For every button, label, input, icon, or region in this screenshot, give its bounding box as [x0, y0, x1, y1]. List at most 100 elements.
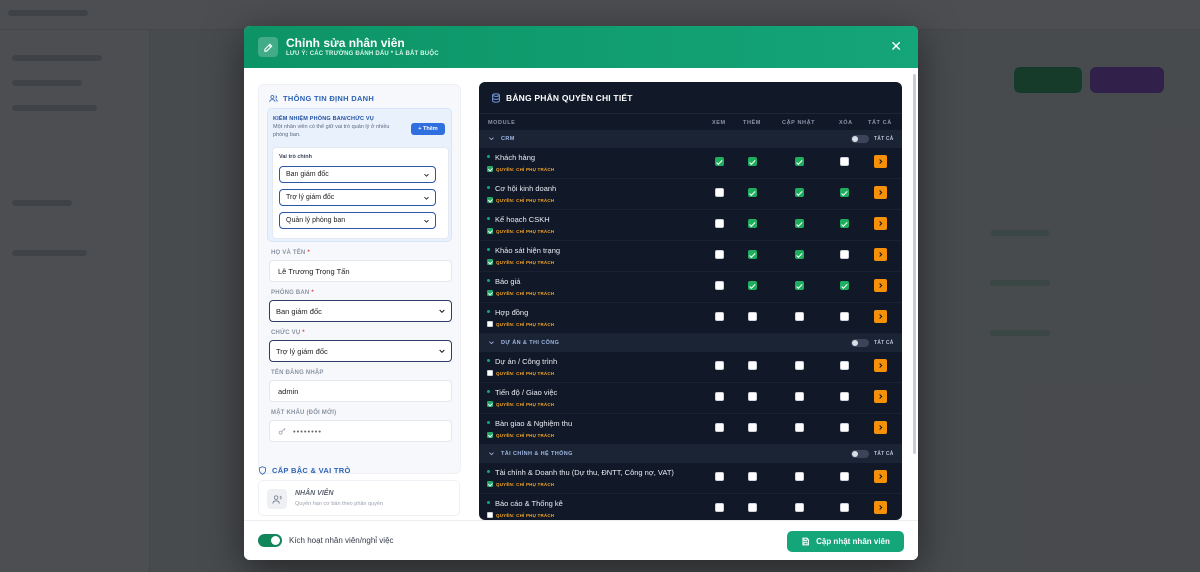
owner-only-checkbox[interactable]: [487, 401, 493, 407]
owner-only-option[interactable]: QUYỀN: CHỈ PHỤ TRÁCH: [487, 512, 554, 518]
delete-checkbox[interactable]: [840, 392, 849, 401]
owner-only-checkbox[interactable]: [487, 166, 493, 172]
owner-only-checkbox[interactable]: [487, 259, 493, 265]
view-checkbox[interactable]: [715, 392, 724, 401]
add-checkbox[interactable]: [748, 392, 757, 401]
select-all-row-button[interactable]: [874, 155, 887, 168]
select-all-row-button[interactable]: [874, 310, 887, 323]
role-card[interactable]: NHÂN VIÊN Quyền hạn cơ bản theo phân quy…: [258, 480, 460, 516]
group-select-all-toggle[interactable]: [851, 450, 869, 458]
chevron-down-icon[interactable]: [488, 339, 495, 346]
add-checkbox[interactable]: [748, 423, 757, 432]
owner-only-checkbox[interactable]: [487, 370, 493, 376]
modal-scrollbar[interactable]: [913, 74, 916, 454]
owner-only-option[interactable]: QUYỀN: CHỈ PHỤ TRÁCH: [487, 481, 554, 487]
add-checkbox[interactable]: [748, 188, 757, 197]
role-select-1[interactable]: Ban giám đốc: [279, 166, 436, 183]
select-all-row-button[interactable]: [874, 421, 887, 434]
select-all-row-button[interactable]: [874, 470, 887, 483]
active-toggle[interactable]: [258, 534, 282, 547]
permission-group[interactable]: DỰ ÁN & THI CÔNG TẤT CẢ: [479, 334, 902, 352]
group-select-all-toggle[interactable]: [851, 135, 869, 143]
update-employee-button[interactable]: Cập nhật nhân viên: [787, 531, 904, 552]
owner-only-option[interactable]: QUYỀN: CHỈ PHỤ TRÁCH: [487, 370, 554, 376]
owner-only-option[interactable]: QUYỀN: CHỈ PHỤ TRÁCH: [487, 432, 554, 438]
view-checkbox[interactable]: [715, 423, 724, 432]
add-checkbox[interactable]: [748, 472, 757, 481]
update-checkbox[interactable]: [795, 157, 804, 166]
delete-checkbox[interactable]: [840, 361, 849, 370]
owner-only-checkbox[interactable]: [487, 512, 493, 518]
role-select-3[interactable]: Quản lý phòng ban: [279, 212, 436, 229]
update-checkbox[interactable]: [795, 250, 804, 259]
delete-checkbox[interactable]: [840, 250, 849, 259]
permission-group[interactable]: TÀI CHÍNH & HỆ THỐNG TẤT CẢ: [479, 445, 902, 463]
add-checkbox[interactable]: [748, 219, 757, 228]
position-select[interactable]: Trợ lý giám đốc: [269, 340, 452, 362]
add-checkbox[interactable]: [748, 312, 757, 321]
owner-only-checkbox[interactable]: [487, 290, 493, 296]
update-checkbox[interactable]: [795, 423, 804, 432]
add-checkbox[interactable]: [748, 503, 757, 512]
view-checkbox[interactable]: [715, 472, 724, 481]
owner-only-option[interactable]: QUYỀN: CHỈ PHỤ TRÁCH: [487, 166, 554, 172]
update-checkbox[interactable]: [795, 361, 804, 370]
select-all-row-button[interactable]: [874, 279, 887, 292]
department-select[interactable]: Ban giám đốc: [269, 300, 452, 322]
select-all-row-button[interactable]: [874, 501, 887, 514]
view-checkbox[interactable]: [715, 157, 724, 166]
owner-only-checkbox[interactable]: [487, 321, 493, 327]
view-checkbox[interactable]: [715, 503, 724, 512]
delete-checkbox[interactable]: [840, 503, 849, 512]
view-checkbox[interactable]: [715, 188, 724, 197]
add-role-button[interactable]: + Thêm: [411, 123, 445, 135]
view-checkbox[interactable]: [715, 250, 724, 259]
delete-checkbox[interactable]: [840, 423, 849, 432]
owner-only-checkbox[interactable]: [487, 432, 493, 438]
delete-checkbox[interactable]: [840, 472, 849, 481]
chevron-down-icon[interactable]: [488, 135, 495, 142]
owner-only-option[interactable]: QUYỀN: CHỈ PHỤ TRÁCH: [487, 259, 554, 265]
add-checkbox[interactable]: [748, 361, 757, 370]
owner-only-checkbox[interactable]: [487, 481, 493, 487]
fullname-input[interactable]: Lê Trương Trọng Tấn: [269, 260, 452, 282]
update-checkbox[interactable]: [795, 219, 804, 228]
select-all-row-button[interactable]: [874, 217, 887, 230]
add-checkbox[interactable]: [748, 281, 757, 290]
group-select-all-toggle[interactable]: [851, 339, 869, 347]
owner-only-option[interactable]: QUYỀN: CHỈ PHỤ TRÁCH: [487, 228, 554, 234]
owner-only-option[interactable]: QUYỀN: CHỈ PHỤ TRÁCH: [487, 321, 554, 327]
select-all-row-button[interactable]: [874, 248, 887, 261]
view-checkbox[interactable]: [715, 312, 724, 321]
update-checkbox[interactable]: [795, 188, 804, 197]
add-checkbox[interactable]: [748, 157, 757, 166]
owner-only-checkbox[interactable]: [487, 197, 493, 203]
delete-checkbox[interactable]: [840, 157, 849, 166]
add-checkbox[interactable]: [748, 250, 757, 259]
update-checkbox[interactable]: [795, 472, 804, 481]
owner-only-option[interactable]: QUYỀN: CHỈ PHỤ TRÁCH: [487, 401, 554, 407]
permission-group[interactable]: CRM TẤT CẢ: [479, 130, 902, 148]
close-icon[interactable]: ✕: [890, 39, 902, 53]
update-checkbox[interactable]: [795, 392, 804, 401]
view-checkbox[interactable]: [715, 219, 724, 228]
chevron-down-icon[interactable]: [488, 450, 495, 457]
owner-only-checkbox[interactable]: [487, 228, 493, 234]
username-input[interactable]: admin: [269, 380, 452, 402]
view-checkbox[interactable]: [715, 361, 724, 370]
update-checkbox[interactable]: [795, 312, 804, 321]
password-input[interactable]: ••••••••: [269, 420, 452, 442]
update-checkbox[interactable]: [795, 281, 804, 290]
delete-checkbox[interactable]: [840, 188, 849, 197]
delete-checkbox[interactable]: [840, 219, 849, 228]
delete-checkbox[interactable]: [840, 281, 849, 290]
view-checkbox[interactable]: [715, 281, 724, 290]
select-all-row-button[interactable]: [874, 186, 887, 199]
update-checkbox[interactable]: [795, 503, 804, 512]
owner-only-option[interactable]: QUYỀN: CHỈ PHỤ TRÁCH: [487, 197, 554, 203]
delete-checkbox[interactable]: [840, 312, 849, 321]
select-all-row-button[interactable]: [874, 390, 887, 403]
owner-only-option[interactable]: QUYỀN: CHỈ PHỤ TRÁCH: [487, 290, 554, 296]
select-all-row-button[interactable]: [874, 359, 887, 372]
role-select-2[interactable]: Trợ lý giám đốc: [279, 189, 436, 206]
